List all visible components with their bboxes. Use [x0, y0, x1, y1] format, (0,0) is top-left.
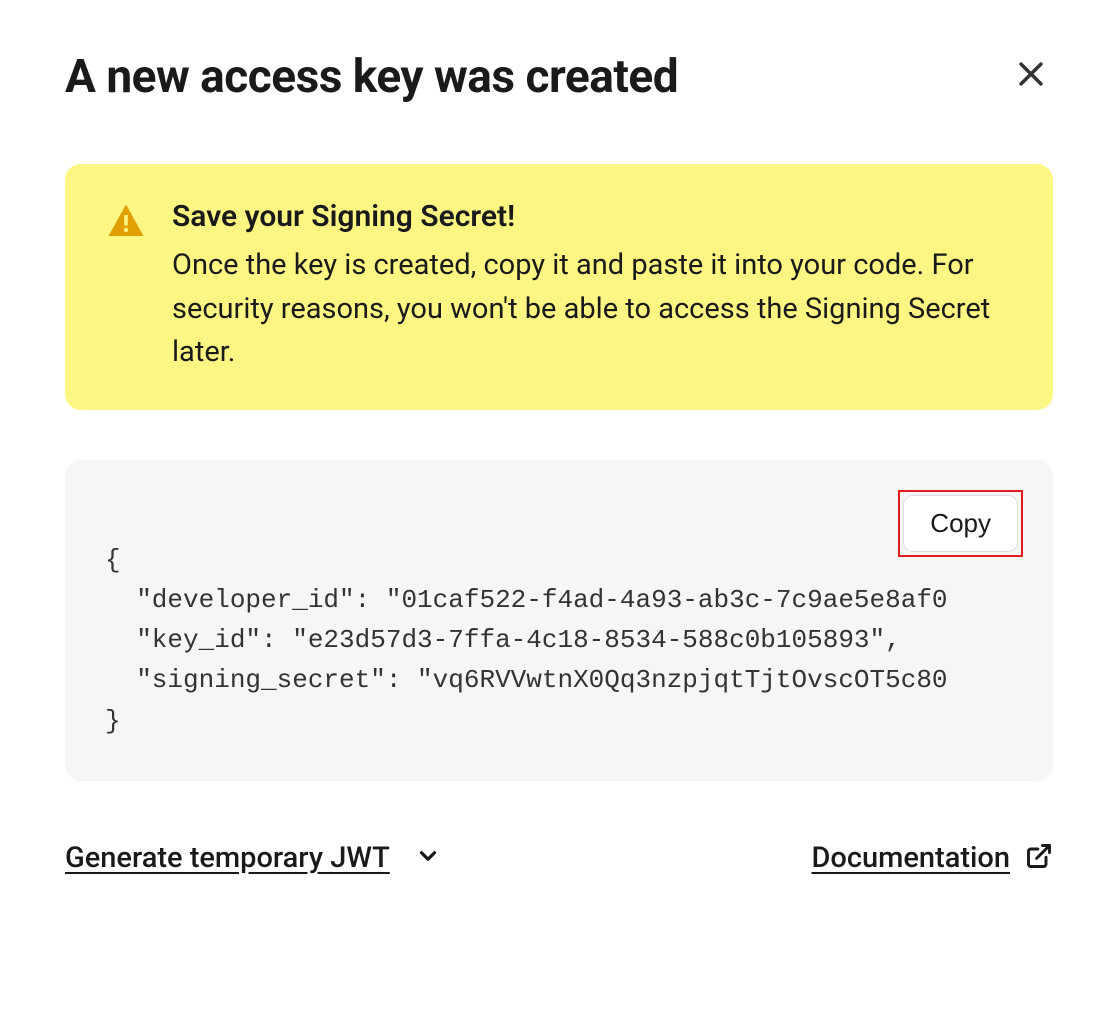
dialog-footer: Generate temporary JWT Documentation — [65, 841, 1053, 875]
external-link-icon — [1025, 842, 1053, 874]
warning-content: Save your Signing Secret! Once the key i… — [172, 199, 1013, 375]
code-block: Copy { "developer_id": "01caf522-f4ad-4a… — [65, 460, 1053, 781]
copy-button-highlight: Copy — [898, 490, 1023, 557]
close-icon — [1014, 58, 1048, 100]
warning-icon — [105, 201, 147, 375]
generate-jwt-toggle[interactable]: Generate temporary JWT — [65, 841, 441, 875]
documentation-link[interactable]: Documentation — [811, 841, 1053, 875]
close-button[interactable] — [1009, 52, 1053, 103]
generate-jwt-label: Generate temporary JWT — [65, 841, 390, 875]
documentation-label: Documentation — [811, 841, 1010, 875]
copy-button[interactable]: Copy — [903, 495, 1018, 552]
warning-banner: Save your Signing Secret! Once the key i… — [65, 164, 1053, 410]
dialog-title: A new access key was created — [65, 50, 678, 104]
warning-title: Save your Signing Secret! — [172, 199, 1013, 234]
warning-text: Once the key is created, copy it and pas… — [172, 244, 1013, 375]
dialog-header: A new access key was created — [65, 50, 1053, 104]
code-content: { "developer_id": "01caf522-f4ad-4a93-ab… — [105, 540, 1013, 741]
chevron-down-icon — [415, 843, 441, 873]
